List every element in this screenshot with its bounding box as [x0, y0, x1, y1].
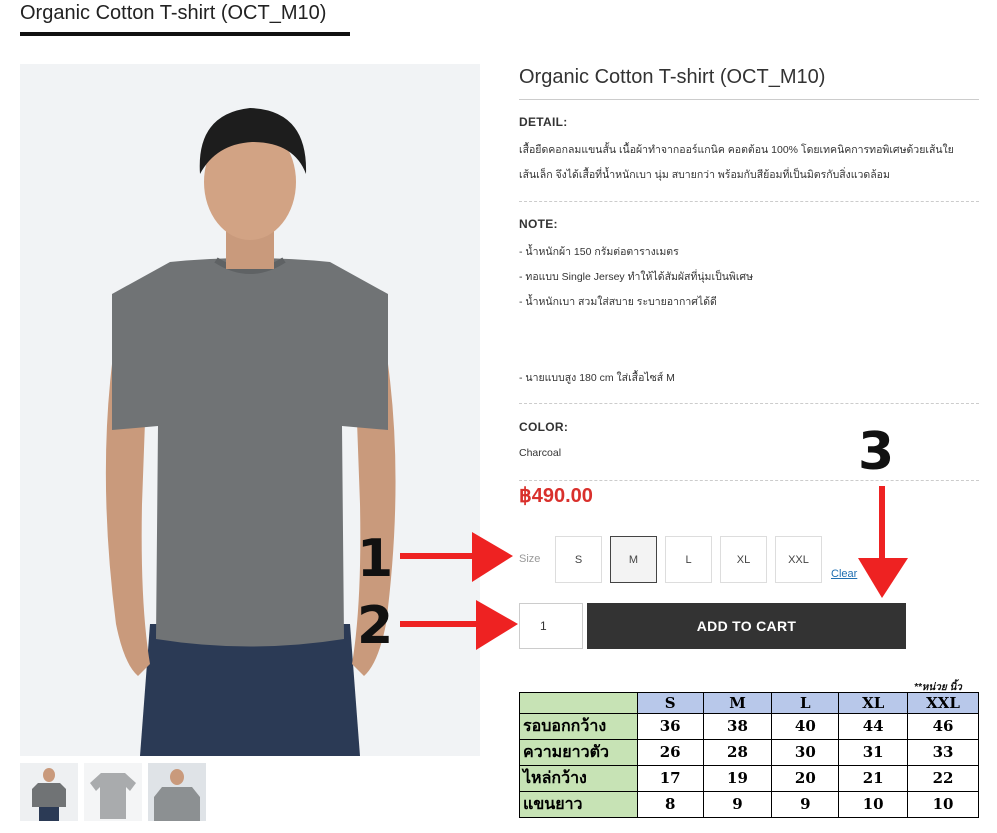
- size-chart-cell: 10: [838, 790, 909, 818]
- size-chart-cell: 31: [838, 738, 909, 766]
- section-divider: [519, 201, 979, 202]
- thumbnail-shirt-image: [84, 763, 142, 821]
- size-chart-cell: 8: [636, 790, 704, 818]
- size-label: Size: [519, 553, 541, 565]
- note-line: - น้ำหนักเบา สวมใส่สบาย ระบายอากาศได้ดี: [519, 296, 717, 308]
- annotation-number-1: 1: [357, 529, 394, 589]
- size-chart-row-label: ไหล่กว้าง: [519, 764, 638, 792]
- size-chart-cell: 46: [907, 712, 979, 740]
- detail-line: เส้นเล็ก จึงได้เสื้อที่น้ำหนักเบา นุ่ม ส…: [519, 169, 890, 181]
- annotation-number-3: 3: [858, 422, 895, 482]
- size-chart-row-label: ความยาวตัว: [519, 738, 638, 766]
- size-chart-header-row: S M L XL XXL: [519, 692, 979, 714]
- size-chart-table: S M L XL XXL รอบอกกว้าง 36 38 40 44 46 ค…: [519, 692, 979, 818]
- section-divider: [519, 403, 979, 404]
- size-chart-cell: 44: [838, 712, 909, 740]
- note-line: - น้ำหนักผ้า 150 กรัมต่อตารางเมตร: [519, 246, 679, 258]
- annotation-arrow-right-icon: [400, 600, 518, 650]
- size-chart-cell: 30: [771, 738, 840, 766]
- page-title: Organic Cotton T-shirt (OCT_M10): [20, 2, 327, 24]
- size-chart-cell: 33: [907, 738, 979, 766]
- thumbnail-shirt[interactable]: [84, 763, 142, 821]
- size-option-xxl[interactable]: XXL: [775, 536, 822, 583]
- annotation-arrow-down-icon: [858, 486, 908, 598]
- size-chart-cell: 21: [838, 764, 909, 792]
- size-chart-cell: 22: [907, 764, 979, 792]
- add-to-cart-button[interactable]: ADD TO CART: [587, 603, 906, 649]
- size-chart-header: XL: [838, 692, 909, 714]
- table-row: ไหล่กว้าง 17 19 20 21 22: [519, 764, 979, 792]
- size-chart-cell: 17: [636, 764, 704, 792]
- thumbnail-front-image: [20, 763, 78, 821]
- thumbnail-detail[interactable]: [148, 763, 206, 821]
- size-chart-row-label: รอบอกกว้าง: [519, 712, 638, 740]
- product-title: Organic Cotton T-shirt (OCT_M10): [519, 66, 826, 88]
- size-option-m[interactable]: M: [610, 536, 657, 583]
- table-row: รอบอกกว้าง 36 38 40 44 46: [519, 712, 979, 740]
- note-line: - ทอแบบ Single Jersey ทำให้ได้สัมผัสที่น…: [519, 271, 754, 283]
- size-option-s[interactable]: S: [555, 536, 602, 583]
- annotation-number-2: 2: [357, 596, 394, 656]
- size-chart-cell: 20: [771, 764, 840, 792]
- size-chart-cell: 26: [636, 738, 704, 766]
- size-chart-cell: 40: [771, 712, 840, 740]
- note-label: NOTE:: [519, 217, 558, 231]
- size-chart-cell: 19: [702, 764, 773, 792]
- thumbnail-detail-image: [148, 763, 206, 821]
- color-value: Charcoal: [519, 447, 562, 459]
- size-chart-cell: 36: [636, 712, 704, 740]
- title-underline: [20, 32, 350, 36]
- size-chart-header: S: [636, 692, 704, 714]
- size-chart-cell: 38: [702, 712, 773, 740]
- clear-size-link[interactable]: Clear: [831, 568, 857, 580]
- thumbnail-strip: [20, 763, 206, 821]
- table-row: แขนยาว 8 9 9 10 10: [519, 790, 979, 818]
- size-option-l[interactable]: L: [665, 536, 712, 583]
- model-note: - นายแบบสูง 180 cm ใส่เสื้อไซส์ M: [519, 372, 675, 384]
- quantity-input[interactable]: [519, 603, 583, 649]
- size-chart-row-label: แขนยาว: [519, 790, 638, 818]
- product-price: ฿490.00: [519, 485, 593, 507]
- title-divider: [519, 99, 979, 100]
- table-row: ความยาวตัว 26 28 30 31 33: [519, 738, 979, 766]
- size-chart-cell: 10: [907, 790, 979, 818]
- size-chart-corner: [519, 692, 638, 714]
- size-chart-header: M: [702, 692, 773, 714]
- size-chart-cell: 28: [702, 738, 773, 766]
- color-label: COLOR:: [519, 420, 569, 434]
- size-chart-cell: 9: [771, 790, 840, 818]
- section-divider: [519, 480, 979, 481]
- size-chart-cell: 9: [702, 790, 773, 818]
- detail-label: DETAIL:: [519, 115, 568, 129]
- annotation-arrow-right-icon: [400, 532, 513, 582]
- size-chart-header: XXL: [907, 692, 979, 714]
- size-option-xl[interactable]: XL: [720, 536, 767, 583]
- size-chart-header: L: [771, 692, 840, 714]
- detail-line: เสื้อยืดคอกลมแขนสั้น เนื้อผ้าทำจากออร์แก…: [519, 144, 954, 156]
- thumbnail-front[interactable]: [20, 763, 78, 821]
